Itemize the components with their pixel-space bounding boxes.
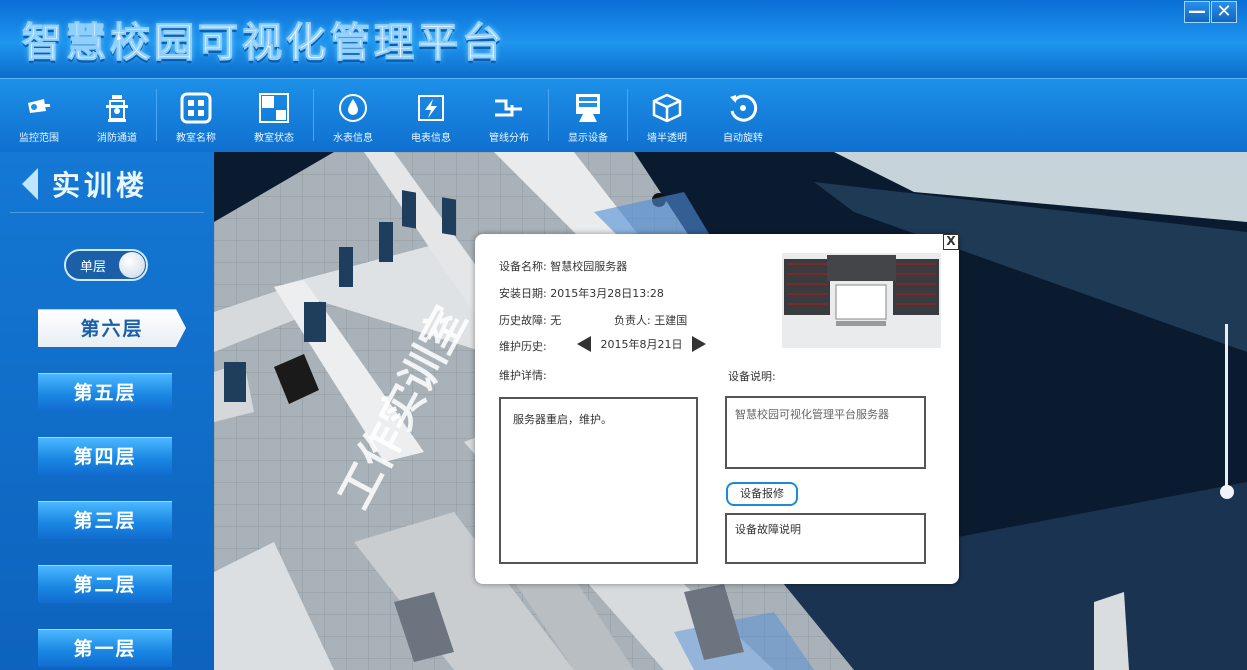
maint-history-label: 维护历史: [499,340,547,353]
sidebar: 实训楼 单层 第六层 第五层 第四层 第三层 第二层 第一层 [0,152,214,670]
zoom-slider-track[interactable] [1225,324,1228,492]
zoom-slider-knob[interactable] [1220,485,1234,499]
close-window-button[interactable]: ✕ [1211,1,1237,23]
grid-icon [180,92,212,124]
camera-icon [28,99,50,113]
install-date-label: 安装日期: [499,287,547,300]
sidebar-divider [10,212,204,213]
maint-date: 2015年8月21日 [600,338,683,351]
back-arrow-icon[interactable] [22,168,38,200]
floor-4-button[interactable]: 第四层 [38,437,172,475]
app-title: 智慧校园可视化管理平台 [22,20,506,67]
water-drop-icon [339,94,367,122]
single-floor-toggle[interactable]: 单层 [64,249,148,281]
minimize-button[interactable]: — [1184,1,1210,23]
tool-label: 教室状态 [254,133,294,144]
tool-classroom-name[interactable]: 教室名称 [157,79,235,151]
floor-6-button[interactable]: 第六层 [38,309,186,347]
floor-5-button[interactable]: 第五层 [38,373,172,411]
maint-history-nav: 2015年8月21日 [577,336,706,352]
tool-label: 监控范围 [19,133,59,144]
device-photo [782,253,941,348]
tool-label: 墙半透明 [647,133,687,144]
tool-label: 管线分布 [489,133,529,144]
dialog-close-button[interactable]: X [943,234,959,250]
owner-value: 王建国 [654,314,688,327]
toggle-knob [119,252,145,278]
tool-classroom-status[interactable]: 教室状态 [235,79,313,151]
electric-meter-icon [418,95,444,121]
monitor-icon [576,94,600,122]
repair-button[interactable]: 设备报修 [726,482,798,506]
fire-hydrant-icon [106,95,128,122]
status-grid-icon [259,93,289,123]
install-date-value: 2015年3月28日13:28 [550,287,664,300]
tool-label: 自动旋转 [723,133,763,144]
rotate-icon [730,94,758,122]
tool-label: 显示设备 [568,133,608,144]
fault-desc-placeholder: 设备故障说明 [735,523,801,536]
owner-label: 负责人: [614,314,651,327]
install-date-row: 安装日期: 2015年3月28日13:28 [499,285,664,301]
device-desc-label: 设备说明: [728,370,776,383]
fault-history-row: 历史故障: 无 [499,312,561,328]
tool-pipeline[interactable]: 管线分布 [470,79,548,151]
device-info-dialog: X 设备名称: 智慧校园服务器 安装日期: 2015年3月28日13:28 历史… [475,234,959,584]
tool-water-meter[interactable]: 水表信息 [314,79,392,151]
building-header[interactable]: 实训楼 [22,164,148,204]
cube-icon [652,93,682,123]
maint-detail-box: 服务器重启，维护。 [499,397,698,564]
fault-desc-input[interactable]: 设备故障说明 [725,513,926,564]
tool-auto-rotate[interactable]: 自动旋转 [704,79,782,151]
prev-arrow-icon[interactable] [577,336,591,352]
maint-history-row: 维护历史: [499,338,547,354]
device-desc-box: 智慧校园可视化管理平台服务器 [725,396,926,469]
maint-detail-text: 服务器重启，维护。 [513,413,612,426]
tool-monitor-range[interactable]: 监控范围 [0,79,78,151]
device-name-value: 智慧校园服务器 [550,260,628,273]
toggle-label: 单层 [80,260,107,275]
fault-history-label: 历史故障: [499,314,547,327]
device-name-label: 设备名称: [499,260,547,273]
pipeline-icon [495,99,522,117]
device-desc-text: 智慧校园可视化管理平台服务器 [735,408,889,421]
fault-history-value: 无 [550,314,562,327]
floor-3-button[interactable]: 第三层 [38,501,172,539]
tool-label: 水表信息 [333,133,373,144]
building-name: 实训楼 [52,169,149,202]
next-arrow-icon[interactable] [692,336,706,352]
tool-fire-channel[interactable]: 消防通道 [78,79,156,151]
tool-label: 电表信息 [411,133,451,144]
toolbar: 监控范围 消防通道 教室名称 教室状态 水表信息 电表信息 管线分布 显示设备 … [0,78,1247,155]
tool-show-devices[interactable]: 显示设备 [549,79,627,151]
floor-1-button[interactable]: 第一层 [38,629,172,667]
floor-2-button[interactable]: 第二层 [38,565,172,603]
tool-label: 消防通道 [97,133,137,144]
owner-row: 负责人: 王建国 [614,312,687,328]
device-name-row: 设备名称: 智慧校园服务器 [499,258,627,274]
title-bar: 智慧校园可视化管理平台 — ✕ [0,0,1247,78]
maint-detail-label: 维护详情: [499,369,547,382]
tool-wall-transparent[interactable]: 墙半透明 [628,79,706,151]
tool-label: 教室名称 [176,133,216,144]
tool-electric-meter[interactable]: 电表信息 [392,79,470,151]
